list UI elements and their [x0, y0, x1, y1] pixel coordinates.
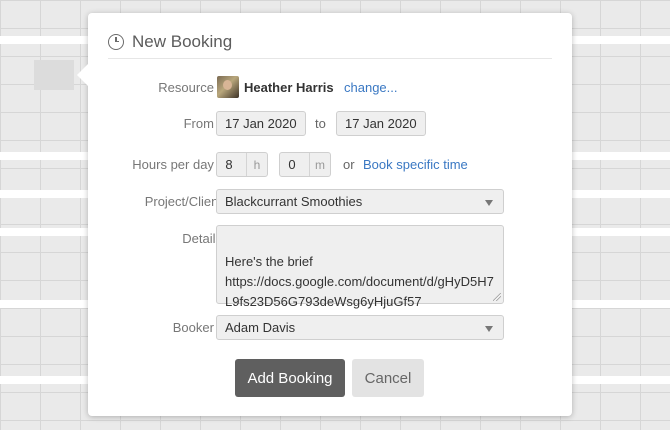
minutes-value: 0: [288, 157, 296, 172]
minutes-unit: m: [309, 153, 330, 176]
details-text: Here's the brief https://docs.google.com…: [225, 254, 494, 309]
details-textarea[interactable]: Here's the brief https://docs.google.com…: [216, 225, 504, 309]
resource-label: Resource*: [158, 80, 222, 95]
new-booking-dialog: New Booking Resource* Heather Harris cha…: [77, 13, 572, 416]
to-label: to: [315, 116, 326, 131]
dialog-title: New Booking: [132, 31, 233, 51]
project-select[interactable]: Blackcurrant Smoothies: [216, 189, 504, 214]
project-selected-value: Blackcurrant Smoothies: [225, 194, 363, 209]
hours-input[interactable]: 8 h: [216, 152, 268, 177]
book-specific-time-link[interactable]: Book specific time: [363, 157, 468, 172]
project-label: Project/Client: [144, 194, 222, 209]
clock-icon: [108, 33, 124, 50]
chevron-down-icon: [485, 200, 493, 206]
hours-label: Hours per day*: [132, 157, 222, 172]
resize-handle-icon[interactable]: [493, 293, 501, 301]
change-resource-link[interactable]: change...: [344, 80, 398, 95]
resource-name: Heather Harris: [244, 80, 334, 95]
cancel-button[interactable]: Cancel: [352, 359, 424, 397]
dialog-pointer: [77, 63, 89, 87]
minutes-input[interactable]: 0 m: [279, 152, 331, 177]
chevron-down-icon: [485, 326, 493, 332]
booker-selected-value: Adam Davis: [225, 320, 296, 335]
end-date-input[interactable]: 17 Jan 2020: [336, 111, 426, 136]
calendar-selected-cell: [34, 60, 74, 90]
hours-value: 8: [225, 157, 233, 172]
or-label: or: [343, 157, 355, 172]
dialog-header: New Booking: [108, 31, 552, 59]
hours-unit: h: [246, 153, 267, 176]
avatar: [217, 76, 239, 98]
booker-select[interactable]: Adam Davis: [216, 315, 504, 340]
add-booking-button[interactable]: Add Booking: [235, 359, 345, 397]
start-date-input[interactable]: 17 Jan 2020: [216, 111, 306, 136]
booker-label: Booker*: [173, 320, 222, 335]
